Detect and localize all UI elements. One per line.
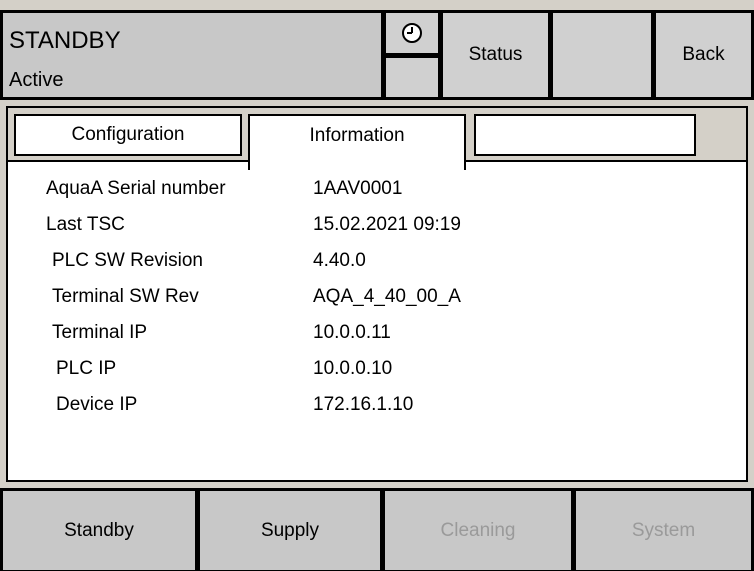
nav-cleaning-button[interactable]: Cleaning (384, 490, 572, 571)
info-row-plc-sw: PLC SW Revision 4.40.0 (8, 250, 746, 280)
nav-system-button[interactable]: System (575, 490, 752, 571)
tab-configuration[interactable]: Configuration (14, 114, 242, 156)
hmi-screen: STANDBY Active Status Back Configuration… (0, 0, 754, 571)
machine-status-display: STANDBY Active (2, 12, 382, 98)
tab-strip: Configuration Information (8, 108, 746, 170)
information-panel: Configuration Information AquaA Serial n… (6, 106, 748, 482)
blank-top-button[interactable] (385, 57, 439, 98)
info-value: 1AAV0001 (313, 178, 403, 199)
info-row-terminal-sw: Terminal SW Rev AQA_4_40_00_A (8, 286, 746, 316)
info-label: Terminal IP (52, 322, 148, 343)
back-button[interactable]: Back (655, 12, 752, 98)
info-label: Device IP (56, 394, 138, 415)
info-label: Terminal SW Rev (52, 286, 199, 307)
info-row-plc-ip: PLC IP 10.0.0.10 (8, 358, 746, 388)
tab-label: Configuration (71, 124, 185, 145)
status-button[interactable]: Status (442, 12, 549, 98)
blank-function-button[interactable] (552, 12, 652, 98)
info-label: PLC SW Revision (52, 250, 203, 271)
info-row-last-tsc: Last TSC 15.02.2021 09:19 (8, 214, 746, 244)
info-value: 10.0.0.11 (313, 322, 391, 343)
clock-button[interactable] (385, 12, 439, 54)
active-tab-gap (250, 160, 464, 162)
info-row-serial: AquaA Serial number 1AAV0001 (8, 178, 746, 208)
tab-empty[interactable] (474, 114, 696, 156)
bottom-nav: Standby Supply Cleaning System (0, 488, 754, 571)
nav-supply-button[interactable]: Supply (199, 490, 381, 571)
info-row-device-ip: Device IP 172.16.1.10 (8, 394, 746, 424)
nav-standby-button[interactable]: Standby (2, 490, 196, 571)
info-value: 10.0.0.10 (313, 358, 393, 379)
info-value: 15.02.2021 09:19 (313, 214, 461, 235)
machine-state: Active (9, 69, 64, 91)
info-value: AQA_4_40_00_A (313, 286, 461, 307)
info-value: 4.40.0 (313, 250, 366, 271)
info-label: Last TSC (46, 214, 125, 235)
info-row-terminal-ip: Terminal IP 10.0.0.11 (8, 322, 746, 352)
info-value: 172.16.1.10 (313, 394, 414, 415)
clock-icon (402, 23, 422, 43)
info-label: AquaA Serial number (46, 178, 226, 199)
machine-mode: STANDBY (9, 27, 121, 54)
top-bar: STANDBY Active Status Back (0, 10, 754, 100)
info-label: PLC IP (56, 358, 117, 379)
tab-label: Information (309, 125, 405, 146)
